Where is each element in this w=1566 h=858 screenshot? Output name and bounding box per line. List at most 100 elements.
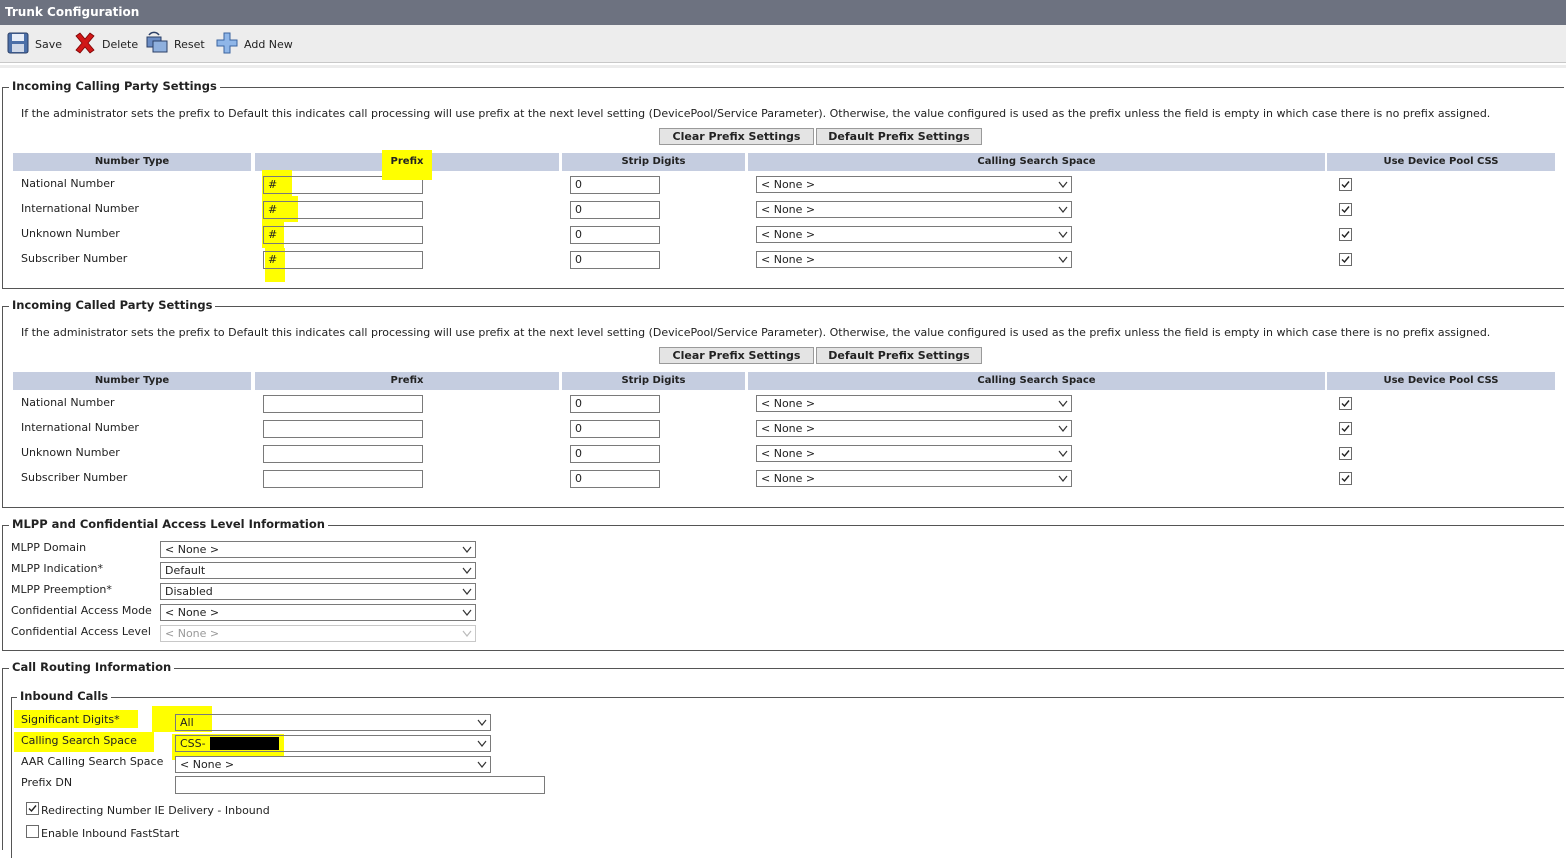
use-pool-css-checkbox[interactable] (1339, 178, 1352, 191)
row-label: International Number (21, 202, 139, 215)
mlpp-domain-label: MLPP Domain (11, 541, 86, 554)
section-legend: Incoming Calling Party Settings (9, 79, 220, 93)
strip-digits-input[interactable]: 0 (570, 420, 660, 438)
use-pool-css-checkbox[interactable] (1339, 422, 1352, 435)
checkmark-icon (1341, 450, 1350, 458)
use-pool-css-checkbox[interactable] (1339, 203, 1352, 216)
prefix-input[interactable] (263, 420, 423, 438)
confidential-access-mode-select[interactable]: < None > (160, 604, 476, 621)
delete-icon (73, 31, 97, 58)
css-select-value: < None > (761, 178, 816, 191)
header-strip-digits: Strip Digits (562, 372, 745, 390)
css-select-value: < None > (761, 203, 816, 216)
row-label: Subscriber Number (21, 471, 128, 484)
default-prefix-button[interactable]: Default Prefix Settings (816, 128, 982, 145)
use-pool-css-checkbox[interactable] (1339, 472, 1352, 485)
section-legend: MLPP and Confidential Access Level Infor… (9, 517, 328, 531)
default-prefix-button[interactable]: Default Prefix Settings (816, 347, 982, 364)
required-mark: * (97, 562, 104, 575)
chevron-down-icon (1058, 450, 1068, 457)
add-new-button[interactable]: Add New (215, 32, 293, 56)
checkmark-icon (1341, 231, 1350, 239)
header-use-pool-css: Use Device Pool CSS (1327, 372, 1555, 390)
css-select[interactable]: < None > (756, 470, 1072, 487)
use-pool-css-checkbox[interactable] (1339, 397, 1352, 410)
css-select[interactable]: < None > (756, 201, 1072, 218)
section-legend: Incoming Called Party Settings (9, 298, 216, 312)
checkmark-icon (1341, 400, 1350, 408)
css-select[interactable]: < None > (756, 445, 1072, 462)
save-label: Save (35, 37, 63, 51)
use-pool-css-checkbox[interactable] (1339, 447, 1352, 460)
mlpp-preemption-label: MLPP Preemption* (11, 583, 112, 596)
required-mark: * (106, 583, 112, 596)
reset-button[interactable]: Reset (145, 31, 205, 58)
required-mark: * (114, 713, 120, 726)
mlpp-preemption-select[interactable]: Disabled (160, 583, 476, 600)
field-label: Significant Digits (21, 713, 115, 726)
prefix-dn-input[interactable] (175, 776, 545, 794)
mlpp-indication-select[interactable]: Default (160, 562, 476, 579)
plus-icon (215, 31, 239, 58)
chevron-down-icon (1058, 400, 1068, 407)
select-value: All (180, 716, 194, 729)
strip-digits-input[interactable]: 0 (570, 445, 660, 463)
clear-prefix-button[interactable]: Clear Prefix Settings (659, 347, 814, 364)
prefix-input[interactable]: # (263, 251, 423, 269)
delete-button[interactable]: Delete (73, 31, 138, 58)
aar-css-select[interactable]: < None > (175, 756, 491, 773)
css-select-value: < None > (761, 447, 816, 460)
css-select[interactable]: < None > (756, 226, 1072, 243)
row-label: National Number (21, 396, 115, 409)
add-new-label: Add New (244, 37, 293, 51)
row-label: Unknown Number (21, 227, 120, 240)
strip-digits-input[interactable]: 0 (570, 176, 660, 194)
strip-digits-input[interactable]: 0 (570, 201, 660, 219)
css-select[interactable]: < None > (756, 176, 1072, 193)
css-select[interactable]: < None > (756, 251, 1072, 268)
field-label: MLPP Preemption (11, 583, 107, 596)
css-select[interactable]: < None > (756, 395, 1072, 412)
prefix-input[interactable]: # (263, 201, 423, 219)
call-routing-section: Call Routing Information Inbound Calls S… (2, 660, 1564, 858)
prefix-input[interactable] (263, 395, 423, 413)
header-css: Calling Search Space (748, 372, 1325, 390)
mlpp-domain-select[interactable]: < None > (160, 541, 476, 558)
strip-digits-input[interactable]: 0 (570, 395, 660, 413)
header-prefix: Prefix (255, 372, 559, 390)
inbound-faststart-checkbox[interactable] (26, 825, 39, 838)
css-select-value: < None > (761, 253, 816, 266)
checkmark-icon (1341, 206, 1350, 214)
section-legend: Call Routing Information (9, 660, 175, 674)
row-label: National Number (21, 177, 115, 190)
calling-search-space-label: Calling Search Space (21, 734, 137, 747)
prefix-input[interactable]: # (263, 226, 423, 244)
strip-digits-input[interactable]: 0 (570, 251, 660, 269)
checkmark-icon (28, 805, 37, 813)
significant-digits-select[interactable]: All (175, 714, 491, 731)
strip-digits-input[interactable]: 0 (570, 470, 660, 488)
select-value: Default (165, 564, 206, 577)
select-value: < None > (165, 627, 220, 640)
use-pool-css-checkbox[interactable] (1339, 228, 1352, 241)
field-label: Confidential Access Mode (11, 604, 152, 617)
redirecting-number-checkbox[interactable] (26, 802, 39, 815)
css-select-value: < None > (761, 472, 816, 485)
inbound-calls-legend: Inbound Calls (17, 689, 112, 703)
use-pool-css-checkbox[interactable] (1339, 253, 1352, 266)
reset-icon (145, 31, 169, 58)
clear-prefix-button[interactable]: Clear Prefix Settings (659, 128, 814, 145)
strip-digits-input[interactable]: 0 (570, 226, 660, 244)
header-strip-digits: Strip Digits (562, 153, 745, 171)
prefix-input[interactable] (263, 445, 423, 463)
mlpp-indication-label: MLPP Indication* (11, 562, 103, 575)
field-label: MLPP Domain (11, 541, 87, 554)
prefix-input[interactable] (263, 470, 423, 488)
chevron-down-icon (477, 719, 487, 726)
chevron-down-icon (462, 546, 472, 553)
save-button[interactable]: Save (6, 32, 62, 56)
css-select[interactable]: < None > (756, 420, 1072, 437)
confidential-access-level-select: < None > (160, 625, 476, 642)
select-value: Disabled (165, 585, 213, 598)
inbound-calls-group: Inbound Calls Significant Digits* All Ca… (11, 689, 1564, 858)
